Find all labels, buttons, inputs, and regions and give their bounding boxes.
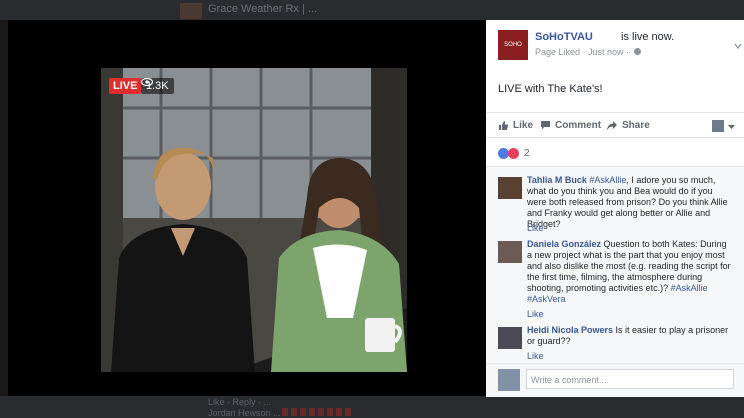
comment-like-link[interactable]: Like <box>527 351 544 361</box>
live-badge: LIVE <box>109 78 142 94</box>
background-page-footer <box>0 396 744 418</box>
comment-button[interactable]: Comment <box>540 120 601 131</box>
globe-icon <box>633 48 641 55</box>
write-comment-row: Write a comment... <box>486 363 744 397</box>
background-thumbnail <box>180 3 202 19</box>
background-text: Grace Weather Rx | ... <box>208 3 318 15</box>
share-icon <box>607 121 617 130</box>
reaction-count: 2 <box>524 148 530 159</box>
comment-like-link[interactable]: Like <box>527 309 544 319</box>
viewer-count: 1.3K <box>141 78 174 94</box>
comment-like-link[interactable]: Like <box>527 223 544 233</box>
current-user-avatar <box>498 369 520 391</box>
comments-list: Tahlia M Buck #AskAllie, I adore you so … <box>486 166 744 362</box>
background-text-line1: Like · Reply · ... <box>208 397 272 407</box>
thumbs-up-icon <box>499 121 509 130</box>
user-avatar-icon <box>712 120 724 132</box>
hashtag-link[interactable]: #AskAllie <box>671 283 708 293</box>
comment-label: Comment <box>555 120 602 131</box>
comment-body: Heidi Nicola Powers Is it easier to play… <box>527 325 732 347</box>
background-text-line2: Jordan Hewson ... <box>208 408 281 418</box>
post-actions-bar: Like Comment Share <box>486 112 744 138</box>
commenter-name[interactable]: Daniela González <box>527 239 601 249</box>
comment-body: Tahlia M Buck #AskAllie, I adore you so … <box>527 175 732 230</box>
video-frame <box>101 68 407 372</box>
like-button[interactable]: Like <box>498 120 533 131</box>
post-status: is live now. <box>621 31 675 43</box>
page-avatar[interactable]: SOHO <box>498 30 528 60</box>
like-label: Like <box>513 120 534 131</box>
post-meta: Page Liked · Just now · <box>535 47 641 57</box>
commenter-name[interactable]: Heidi Nicola Powers <box>527 325 613 335</box>
share-button[interactable]: Share <box>606 120 650 131</box>
comment-body: Daniela González Question to both Kates:… <box>527 239 732 305</box>
comment-icon <box>541 121 550 130</box>
hashtag-link[interactable]: #AskAllie <box>589 175 626 185</box>
post-as-selector[interactable] <box>712 120 735 132</box>
commenter-avatar[interactable] <box>498 327 522 349</box>
commenter-name[interactable]: Tahlia M Buck <box>527 175 587 185</box>
commenter-avatar[interactable] <box>498 241 522 263</box>
background-decoration <box>282 408 352 416</box>
hashtag-link[interactable]: #AskVera <box>527 294 566 304</box>
share-label: Share <box>622 120 650 131</box>
caret-down-icon <box>728 124 735 129</box>
commenter-avatar[interactable] <box>498 177 522 199</box>
eye-icon <box>141 78 153 86</box>
post-text: LIVE with The Kate's! <box>498 83 603 95</box>
video-lightbox: LIVE 1.3K <box>8 20 486 396</box>
comment-input[interactable]: Write a comment... <box>526 369 734 389</box>
page-name-link[interactable]: SoHoTVAU <box>535 31 593 43</box>
live-video-player[interactable]: LIVE 1.3K <box>101 68 407 372</box>
chevron-down-icon[interactable] <box>734 42 742 50</box>
reactions-summary[interactable]: 2 <box>498 148 530 159</box>
love-reaction-icon <box>508 148 519 159</box>
background-page-header <box>0 0 744 20</box>
post-meta-text: Page Liked · Just now · <box>535 47 630 57</box>
post-header: SOHO SoHoTVAU is live now. Page Liked · … <box>498 30 742 70</box>
post-panel: SOHO SoHoTVAU is live now. Page Liked · … <box>486 20 744 397</box>
